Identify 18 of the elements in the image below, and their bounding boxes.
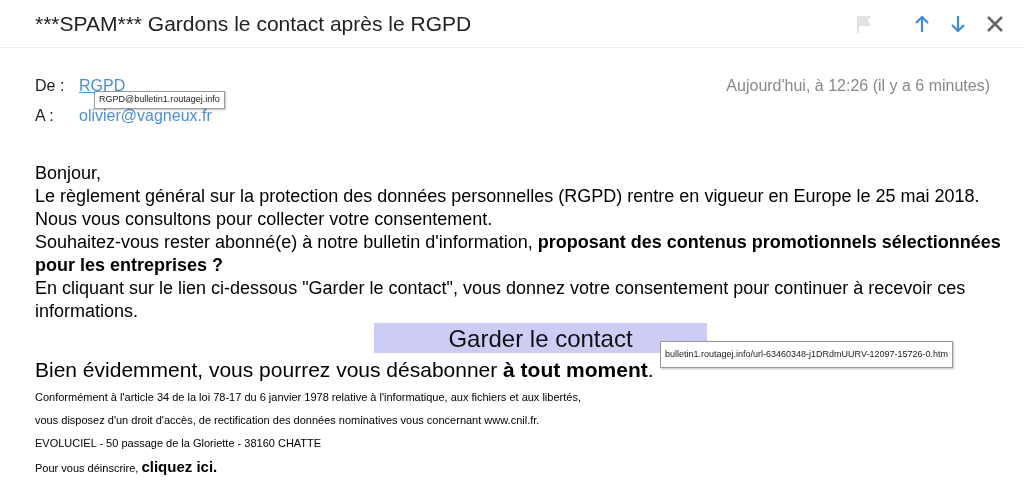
body-text: Souhaitez-vous rester abonné(e) à notre bulletin d'information, proposant des contenus promotionnels sélectionnées pour les entreprises ? [35, 231, 1002, 277]
recipient-address: olivier@vagneux.fr [79, 106, 212, 126]
date-text: Aujourd'hui, à 12:26 (il y a 6 minutes) [726, 76, 990, 96]
footer-text: vous disposez d'un droit d'accès, de rectification des données nominatives vous concernant www.cnil.fr. [35, 413, 541, 428]
tooltip: bulletin1.routagej.info/url-63460348-j1DRdmUURV-12097-15726-0.htm [660, 341, 953, 368]
email-subject: ***SPAM*** Gardons le contact après le RGPD [35, 10, 472, 37]
body-text: Bonjour, [35, 162, 103, 185]
unsubscribe-link[interactable]: cliquez ici. [141, 458, 218, 475]
to-label: A : [35, 106, 55, 126]
body-text: En cliquant sur le lien ci-dessous "Garder le contact", vous donnez votre consentement pour continuer à recevoir ces informations. [35, 277, 967, 323]
footer-text: Pour vous déinscrire, [35, 462, 139, 474]
body-text: Bien évidemment, vous pourrez vous désabonner à tout moment. [35, 357, 655, 383]
footer-text: EVOLUCIEL - 50 passage de la Gloriette - 38160 CHATTE [35, 436, 323, 451]
tooltip: RGPD@bulletin1.routagej.info [94, 91, 225, 109]
footer-text: Conformément à l'article 34 de la loi 78-17 du 6 janvier 1978 relative à l'informatique, aux fichiers et aux libertés, [35, 390, 582, 405]
from-label: De : [35, 76, 66, 96]
body-text: Le règlement général sur la protection des données personnelles (RGPD) rentre en vigueur en Europe le 25 mai 2018. [35, 185, 981, 208]
body-text: Nous vous consultons pour collecter votre consentement. [35, 208, 494, 231]
